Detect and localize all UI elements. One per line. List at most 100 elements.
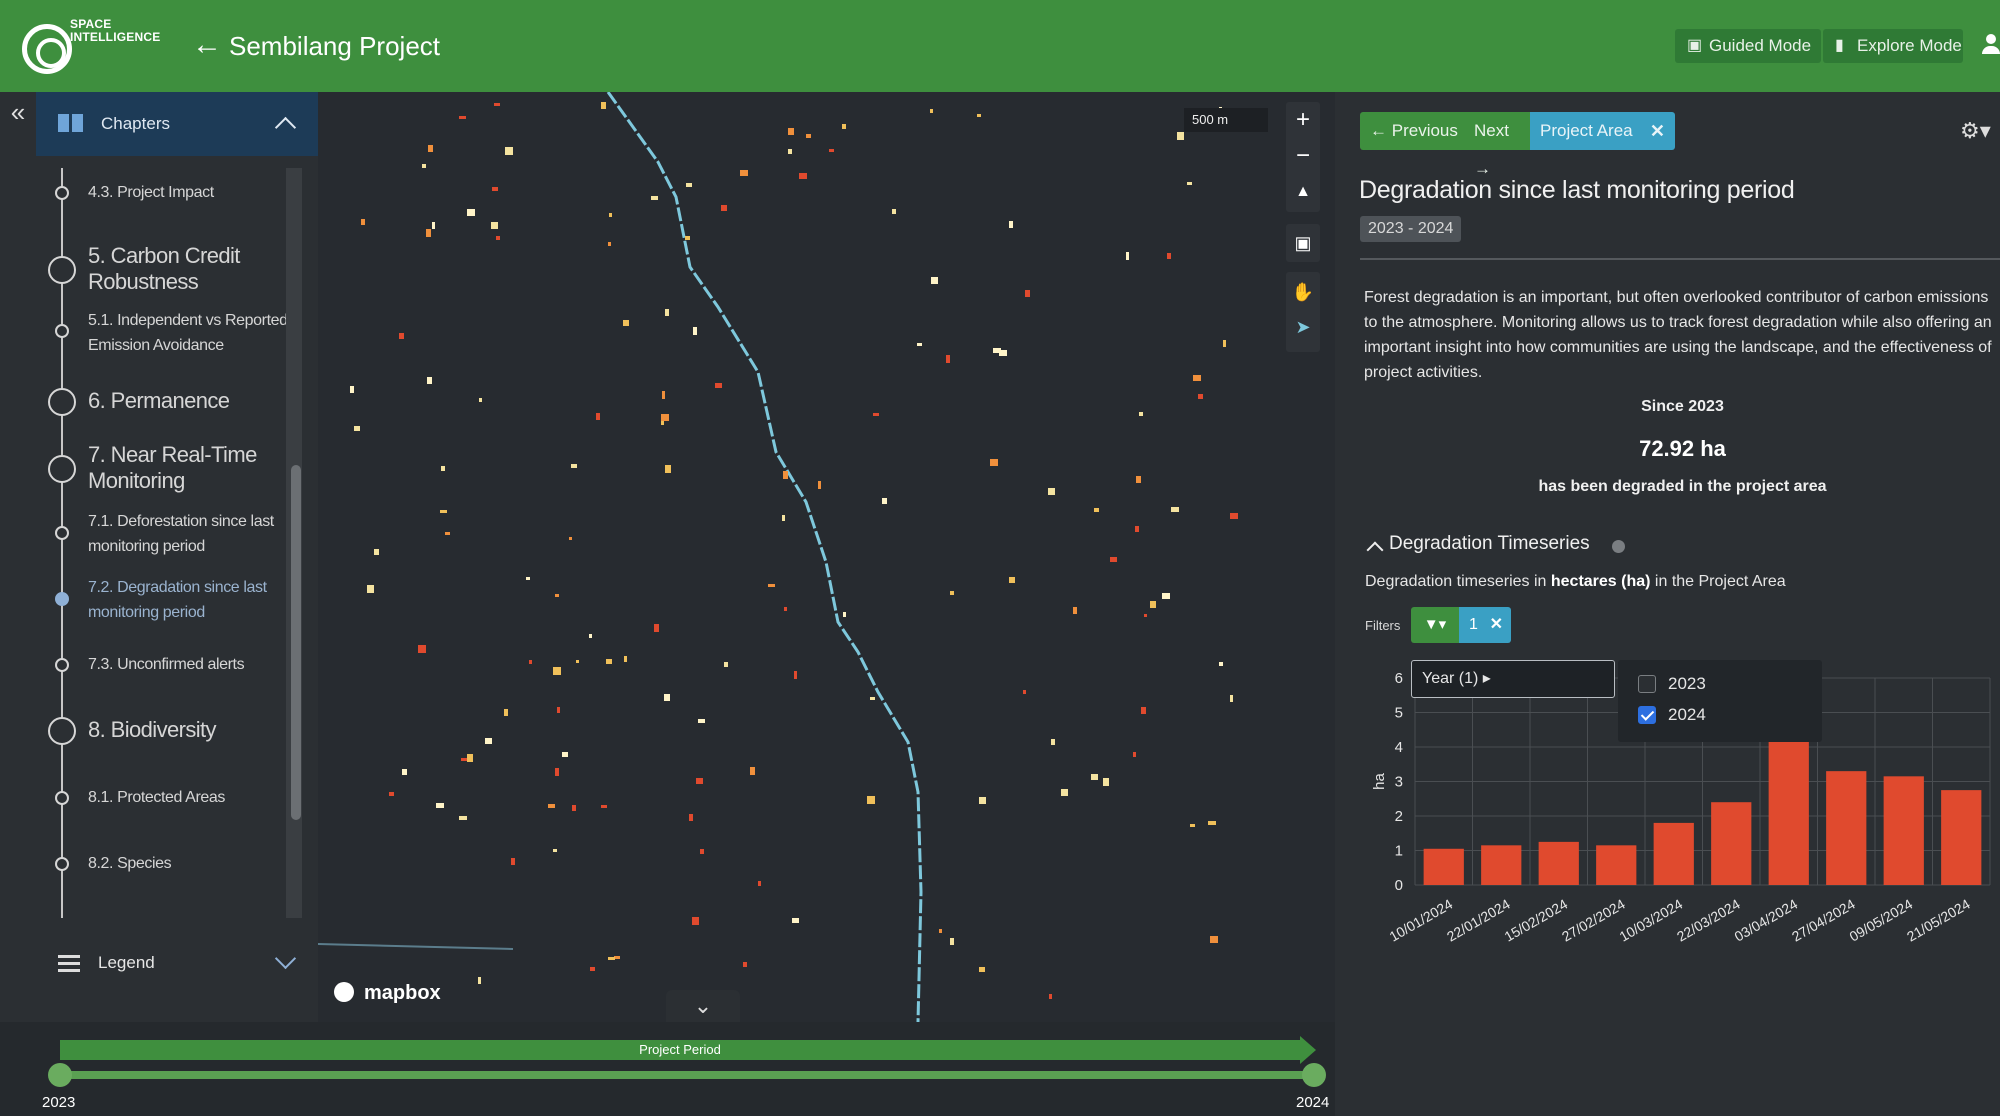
time-slider-end-handle[interactable]: [1302, 1063, 1326, 1087]
map-layers-icon: ▣: [1294, 233, 1312, 253]
arrow-left-icon: ←: [1370, 121, 1392, 140]
map-canvas[interactable]: [318, 92, 1335, 1022]
degradation-patch: [930, 109, 933, 113]
time-slider-start-handle[interactable]: [48, 1063, 72, 1087]
degradation-patch: [651, 196, 658, 200]
degradation-patches: [350, 102, 1240, 999]
map-layer: [318, 92, 1240, 1022]
degradation-patch: [1133, 752, 1136, 757]
year-option-2023[interactable]: 2023: [1638, 672, 1706, 696]
degradation-patch: [557, 707, 560, 713]
filter-count-chip[interactable]: 1 ✕: [1459, 607, 1511, 643]
year-option-2024[interactable]: 2024: [1638, 703, 1706, 727]
degradation-patch: [350, 386, 354, 393]
close-icon[interactable]: ✕: [1650, 112, 1665, 150]
degradation-patch: [1219, 662, 1223, 666]
collapse-sidebar-icon[interactable]: «: [0, 92, 36, 132]
degradation-patch: [459, 816, 467, 820]
chapter-dot: [55, 324, 69, 338]
degradation-patch: [596, 413, 600, 420]
degradation-patch: [496, 236, 500, 240]
filter-button[interactable]: ▼▾: [1411, 607, 1459, 643]
degradation-patch: [931, 277, 938, 284]
degradation-patch: [950, 938, 954, 945]
zoom-in-icon[interactable]: +: [1286, 102, 1320, 138]
close-icon[interactable]: ✕: [1490, 607, 1503, 643]
degradation-patch: [661, 414, 669, 421]
bar: [1941, 790, 1982, 885]
degradation-patch: [829, 149, 834, 152]
bar: [1481, 845, 1522, 885]
chevron-down-icon[interactable]: [274, 949, 296, 971]
map-layers-button[interactable]: ▣: [1286, 224, 1320, 262]
chapter-dot: [55, 186, 69, 200]
x-tick-label: 10/03/2024: [1617, 896, 1686, 945]
degradation-patch: [715, 383, 722, 388]
explore-mode-button[interactable]: ▮ Explore Mode: [1823, 29, 1963, 63]
guided-mode-button[interactable]: ▣ Guided Mode: [1675, 29, 1821, 63]
explore-mode-label: Explore Mode: [1857, 36, 1962, 55]
previous-button[interactable]: ← Previous: [1360, 112, 1464, 150]
degradation-patch: [692, 917, 699, 925]
bar: [1538, 841, 1579, 885]
compass-icon[interactable]: ▲: [1286, 174, 1320, 210]
degradation-patch: [724, 662, 728, 667]
time-slider-track[interactable]: [60, 1071, 1314, 1079]
degradation-patch: [478, 977, 481, 984]
degradation-patch: [1051, 739, 1055, 745]
chevron-up-icon[interactable]: [1366, 538, 1382, 554]
top-bar: SPACE INTELLIGENCE ← Sembilang Project ▣…: [0, 0, 2000, 92]
mapbox-logo[interactable]: mapbox: [334, 980, 441, 1006]
degradation-patch: [806, 134, 811, 138]
degradation-patch: [1139, 412, 1143, 416]
degradation-patch: [882, 498, 887, 504]
gear-icon[interactable]: ⚙▾: [1960, 118, 1991, 144]
back-arrow-icon[interactable]: ←: [192, 30, 222, 60]
degradation-patch: [1049, 994, 1052, 999]
degradation-patch: [609, 213, 612, 217]
degradation-patch: [572, 805, 576, 811]
degradation-patch: [792, 918, 799, 923]
info-icon[interactable]: [1612, 540, 1625, 553]
x-tick-label: 09/05/2024: [1847, 896, 1916, 945]
x-tick-label: 21/05/2024: [1904, 896, 1973, 945]
pan-hand-icon[interactable]: ✋: [1286, 272, 1320, 312]
filters-label: Filters: [1365, 618, 1401, 633]
degradation-patch: [758, 881, 761, 886]
sidebar-scrollbar-thumb[interactable]: [291, 465, 301, 820]
checkbox[interactable]: [1638, 675, 1656, 693]
degradation-patch: [873, 413, 879, 416]
degradation-patch: [917, 343, 922, 346]
space-intelligence-logo[interactable]: SPACE INTELLIGENCE: [22, 18, 172, 74]
degradation-patch: [1103, 778, 1109, 786]
x-tick-label: 03/04/2024: [1732, 896, 1801, 945]
chapters-header[interactable]: Chapters: [36, 92, 318, 156]
degradation-patch: [467, 754, 473, 762]
zoom-out-icon[interactable]: −: [1286, 138, 1320, 174]
checkbox-checked[interactable]: [1638, 706, 1656, 724]
x-tick-label: 22/01/2024: [1444, 896, 1513, 945]
chevron-up-icon[interactable]: [274, 110, 296, 132]
degradation-patch: [389, 792, 394, 796]
year-filter-select[interactable]: Year (1) ▸: [1411, 660, 1615, 698]
user-icon[interactable]: [1982, 34, 2000, 56]
legend-toggle[interactable]: Legend: [36, 945, 318, 985]
x-tick-label: 10/01/2024: [1387, 896, 1456, 945]
next-button[interactable]: Next →: [1464, 112, 1530, 178]
chapter-label: 8. Biodiversity: [88, 717, 217, 742]
chapter-label: 5. Carbon Credit Robustness: [88, 243, 240, 294]
expand-down-icon[interactable]: ⌄: [666, 990, 740, 1022]
degradation-patch: [418, 645, 426, 653]
project-area-chip[interactable]: Project Area ✕: [1530, 112, 1675, 150]
degradation-patch: [354, 426, 360, 431]
chapter-dot: [48, 256, 76, 284]
degradation-patch: [1162, 593, 1170, 599]
degradation-patch: [1171, 507, 1179, 512]
book-icon: ▣: [1687, 37, 1703, 54]
timeseries-title[interactable]: Degradation Timeseries: [1389, 533, 1590, 555]
select-pointer-icon[interactable]: ➤: [1286, 312, 1320, 342]
x-tick-label: 15/02/2024: [1502, 896, 1571, 945]
desc-text: in the Project Area: [1650, 573, 1786, 590]
degradation-patch: [993, 348, 1001, 353]
degradation-patch: [399, 333, 404, 339]
